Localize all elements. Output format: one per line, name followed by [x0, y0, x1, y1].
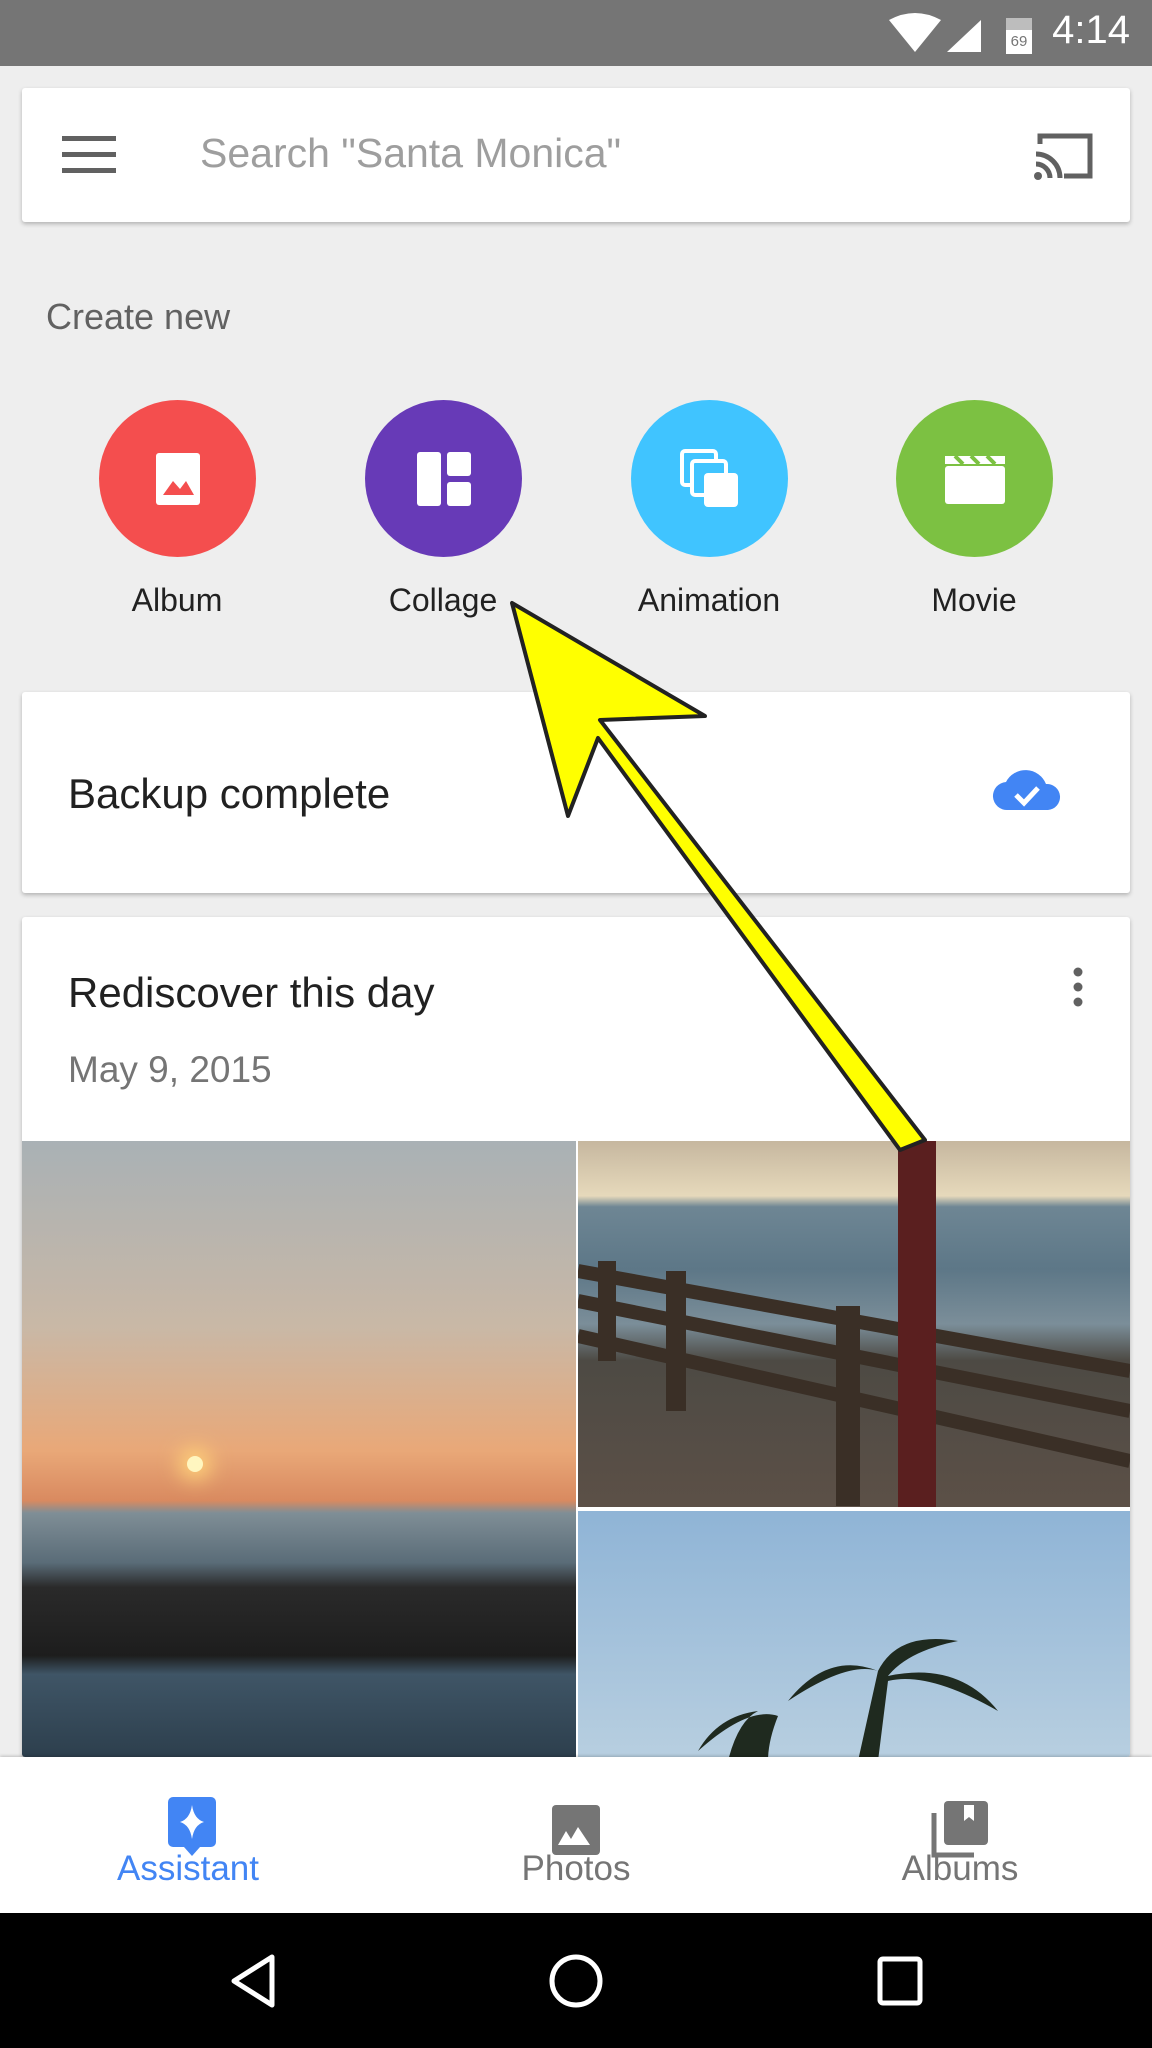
palm-trees [698, 1639, 998, 1757]
assistant-icon [168, 1797, 216, 1856]
nav-photos[interactable]: Photos [384, 1757, 768, 1913]
home-icon[interactable] [548, 1953, 604, 2009]
photo-palms[interactable] [578, 1511, 1130, 1757]
nav-assistant-label: Assistant [117, 1849, 259, 1888]
recents-icon[interactable] [876, 1955, 924, 2007]
sun [187, 1456, 203, 1472]
nav-albums[interactable]: Albums [768, 1757, 1152, 1913]
back-icon[interactable] [228, 1953, 278, 2009]
system-navigation-bar [0, 1913, 1152, 2048]
nav-assistant[interactable]: Assistant [0, 1757, 384, 1913]
yellow-arrow-annotation [510, 601, 927, 1152]
nav-photos-label: Photos [521, 1849, 631, 1888]
nav-albums-label: Albums [901, 1849, 1019, 1888]
bottom-navigation: Assistant Photos Albums [0, 1757, 1152, 1913]
